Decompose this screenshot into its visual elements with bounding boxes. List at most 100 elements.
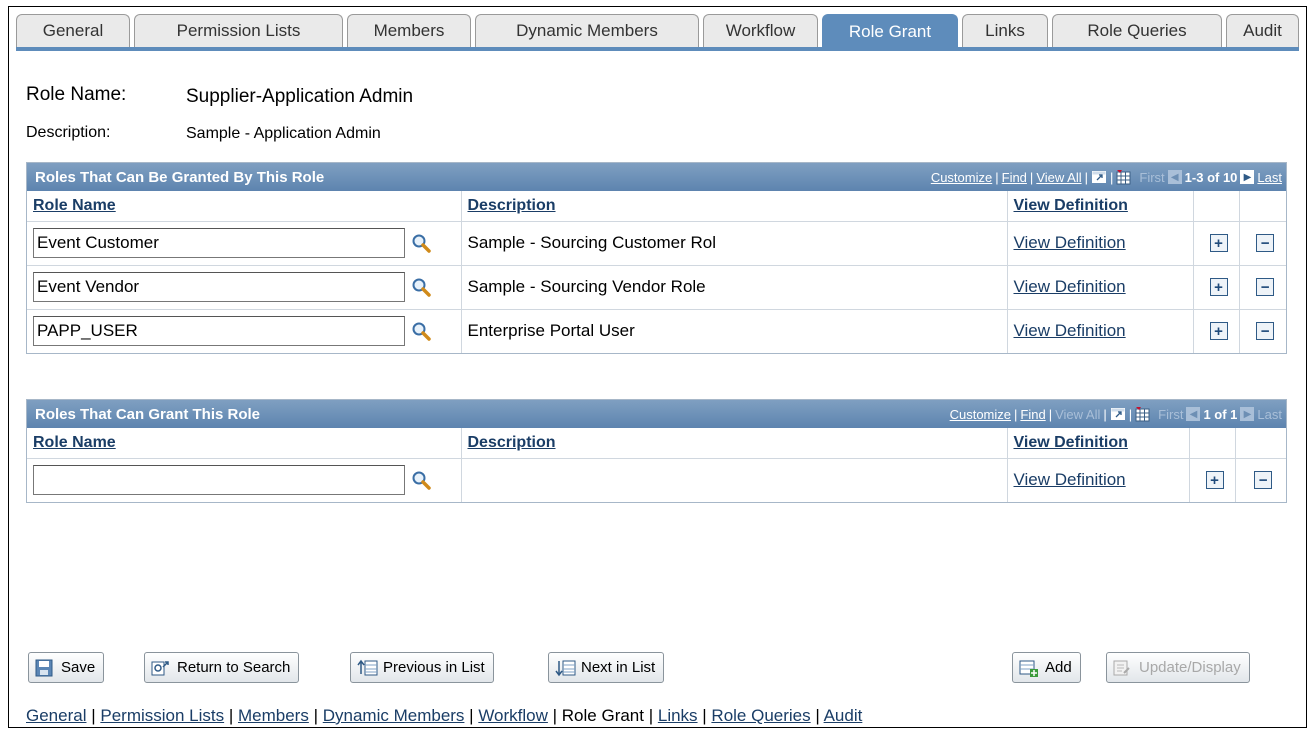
first-link: First: [1139, 169, 1165, 185]
lookup-icon[interactable]: [411, 277, 431, 297]
save-label: Save: [61, 659, 96, 676]
column-role-name[interactable]: Role Name: [27, 191, 462, 222]
table-header-row: Role Name Description View Definition: [27, 428, 1286, 459]
separator: |: [1048, 406, 1053, 422]
column-view-definition[interactable]: View Definition: [1007, 428, 1190, 459]
grid-header: Roles That Can Be Granted By This Role C…: [27, 163, 1286, 191]
delete-row-icon[interactable]: −: [1256, 234, 1275, 252]
next-row-icon[interactable]: ▶: [1240, 170, 1255, 184]
grid-navigation: Customize | Find | View All | | First ◀ …: [950, 400, 1282, 428]
lookup-icon[interactable]: [411, 321, 431, 341]
role-name-input[interactable]: Event Vendor: [33, 272, 405, 302]
tab-role-grant[interactable]: Role Grant: [822, 14, 958, 48]
footer-link-audit[interactable]: Audit: [824, 706, 863, 725]
download-spreadsheet-icon[interactable]: [1135, 407, 1151, 422]
add-button[interactable]: Add: [1012, 652, 1081, 683]
separator: |: [1103, 406, 1107, 422]
view-definition-link[interactable]: View Definition: [1014, 233, 1126, 252]
return-to-search-button[interactable]: Return to Search: [144, 652, 300, 683]
find-link[interactable]: Find: [1020, 407, 1045, 422]
footer-link-dynamic-members[interactable]: Dynamic Members: [323, 706, 465, 725]
add-row-icon[interactable]: +: [1205, 471, 1224, 490]
column-description[interactable]: Description: [461, 191, 1008, 222]
role-name-input[interactable]: PAPP_USER: [33, 316, 405, 347]
previous-in-list-button[interactable]: Previous in List: [350, 652, 494, 683]
description-cell: Sample - Sourcing Vendor Role: [461, 265, 1008, 310]
column-role-name[interactable]: Role Name: [27, 428, 462, 459]
separator: |: [1014, 406, 1018, 422]
tab-permission-lists[interactable]: Permission Lists: [134, 14, 343, 47]
save-button[interactable]: Save: [28, 652, 105, 683]
table-row: PAPP_USER Enterprise Portal User View De…: [27, 309, 1286, 353]
lookup-icon[interactable]: [411, 233, 431, 253]
download-spreadsheet-icon[interactable]: [1116, 170, 1132, 185]
add-row-icon[interactable]: +: [1209, 234, 1228, 252]
column-view-definition[interactable]: View Definition: [1007, 191, 1194, 222]
column-add: [1193, 191, 1240, 222]
save-icon: [35, 659, 53, 677]
new-window-icon[interactable]: [1091, 170, 1107, 184]
row-range: 1 of 1: [1203, 406, 1238, 422]
find-link[interactable]: Find: [1002, 170, 1027, 185]
role-name-input[interactable]: [33, 465, 405, 496]
table-row: View Definition + −: [27, 458, 1286, 502]
tab-role-queries[interactable]: Role Queries: [1052, 14, 1222, 47]
delete-row-icon[interactable]: −: [1256, 278, 1275, 296]
customize-link[interactable]: Customize: [950, 407, 1011, 422]
previous-row-icon: ◀: [1186, 407, 1201, 421]
add-row-icon[interactable]: +: [1209, 278, 1228, 296]
next-in-list-icon: [555, 659, 576, 677]
customize-link[interactable]: Customize: [931, 170, 992, 185]
view-definition-link[interactable]: View Definition: [1014, 470, 1126, 489]
footer-link-permission-lists[interactable]: Permission Lists: [100, 706, 224, 725]
description-cell: Sample - Sourcing Customer Rol: [461, 221, 1008, 266]
row-range: 1-3 of 10: [1184, 169, 1238, 185]
description-cell: Enterprise Portal User: [461, 309, 1008, 353]
role-name-input[interactable]: Event Customer: [33, 228, 405, 258]
footer-link-links[interactable]: Links: [658, 706, 698, 725]
update-display-icon: [1113, 659, 1131, 677]
return-to-search-icon: [151, 659, 169, 677]
delete-row-icon[interactable]: −: [1254, 471, 1273, 490]
tab-members[interactable]: Members: [347, 14, 471, 47]
view-definition-link[interactable]: View Definition: [1014, 277, 1126, 296]
grid-navigation: Customize | Find | View All | | First ◀ …: [931, 163, 1282, 191]
next-in-list-button[interactable]: Next in List: [548, 652, 665, 683]
role-name-value: Supplier-Application Admin: [186, 86, 414, 107]
next-in-list-label: Next in List: [581, 659, 656, 676]
delete-row-icon[interactable]: −: [1256, 322, 1275, 341]
update-display-button[interactable]: Update/Display: [1106, 652, 1250, 683]
tab-audit[interactable]: Audit: [1226, 14, 1299, 47]
roles-can-grant-grid: Roles That Can Grant This Role Customize…: [26, 399, 1287, 503]
return-to-search-label: Return to Search: [177, 659, 291, 676]
footer-link-workflow[interactable]: Workflow: [478, 706, 548, 725]
first-link: First: [1158, 406, 1184, 422]
footer-link-general[interactable]: General: [26, 706, 86, 725]
column-description[interactable]: Description: [461, 428, 1008, 459]
tab-dynamic-members[interactable]: Dynamic Members: [475, 14, 699, 47]
table-row: Event Customer Sample - Sourcing Custome…: [27, 221, 1286, 266]
tab-general[interactable]: General: [16, 14, 130, 47]
description-cell: [461, 458, 1008, 502]
tab-workflow[interactable]: Workflow: [703, 14, 818, 47]
separator: |: [1110, 169, 1114, 185]
footer-link-role-queries[interactable]: Role Queries: [711, 706, 810, 725]
footer-current-role-grant: Role Grant: [561, 706, 644, 725]
tab-links[interactable]: Links: [962, 14, 1048, 47]
add-row-icon[interactable]: +: [1209, 322, 1228, 341]
add-icon: [1019, 659, 1038, 677]
separator: |: [1128, 406, 1133, 422]
view-all-link[interactable]: View All: [1036, 170, 1081, 185]
grid-title: Roles That Can Be Granted By This Role: [35, 168, 325, 186]
previous-row-icon: ◀: [1167, 170, 1182, 184]
footer-link-members[interactable]: Members: [238, 706, 309, 725]
lookup-icon[interactable]: [411, 470, 431, 490]
page-frame: [8, 6, 1307, 728]
new-window-icon[interactable]: [1110, 407, 1126, 421]
previous-in-list-label: Previous in List: [383, 659, 485, 676]
table-row: Event Vendor Sample - Sourcing Vendor Ro…: [27, 265, 1286, 310]
view-definition-link[interactable]: View Definition: [1014, 321, 1126, 340]
previous-in-list-icon: [357, 659, 378, 677]
next-row-icon: ▶: [1240, 407, 1255, 421]
last-link[interactable]: Last: [1257, 170, 1282, 185]
